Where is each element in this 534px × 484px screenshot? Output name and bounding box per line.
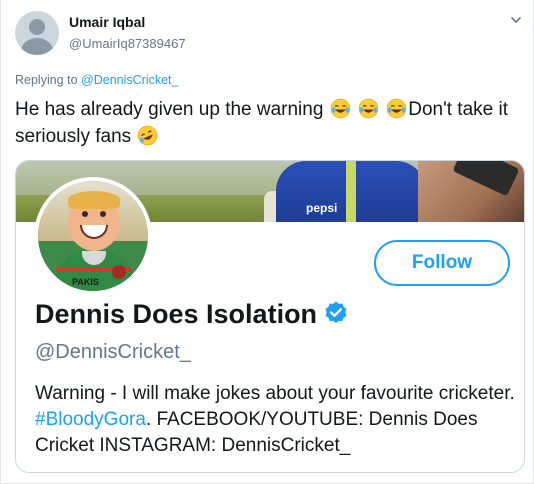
profile-handle: @DennisCricket_ [35,341,191,363]
banner-sponsor-text: pepsi [306,201,338,215]
avatar-jersey-text: PAKIS [72,277,99,287]
bio-text-part1: Warning - I will make jokes about your f… [35,383,515,404]
chevron-down-icon[interactable] [509,13,523,27]
user-avatar[interactable] [15,11,59,55]
tweet: Umair Iqbal @UmairIq87389467 Replying to… [0,0,534,484]
rolling-laughing-emoji-icon [138,125,158,146]
tweet-text-part1: He has already given up the warning [15,99,324,120]
replying-to: Replying to @DennisCricket_ [15,73,178,87]
display-name-text: Dennis Does Isolation [35,299,318,329]
bio-hashtag-link[interactable]: #BloodyGora [35,409,146,430]
profile-card[interactable]: pepsi PAKIS Follow Dennis Does Isolation… [15,160,525,473]
author-name[interactable]: Umair Iqbal [69,14,145,30]
avatar-eye [100,211,106,217]
banner-jersey-stripe [346,161,356,222]
tears-of-joy-emoji-icon [330,98,350,119]
cricket-ball-icon [112,265,126,279]
tweet-text: He has already given up the warning Don'… [15,96,515,150]
replying-prefix: Replying to [15,73,78,87]
default-avatar-head [29,19,45,35]
avatar-eye [82,211,88,217]
default-avatar-body [21,38,53,55]
tears-of-joy-emoji-icon [387,98,407,119]
avatar-hair [68,191,120,209]
profile-bio: Warning - I will make jokes about your f… [35,381,515,459]
author-handle[interactable]: @UmairIq87389467 [69,36,186,51]
tears-of-joy-emoji-icon [358,98,379,119]
profile-display-name[interactable]: Dennis Does Isolation [35,299,349,330]
follow-button[interactable]: Follow [374,240,510,286]
profile-avatar[interactable]: PAKIS [34,177,152,295]
verified-badge-icon [325,301,347,324]
replying-handle-link[interactable]: @DennisCricket_ [81,73,178,87]
